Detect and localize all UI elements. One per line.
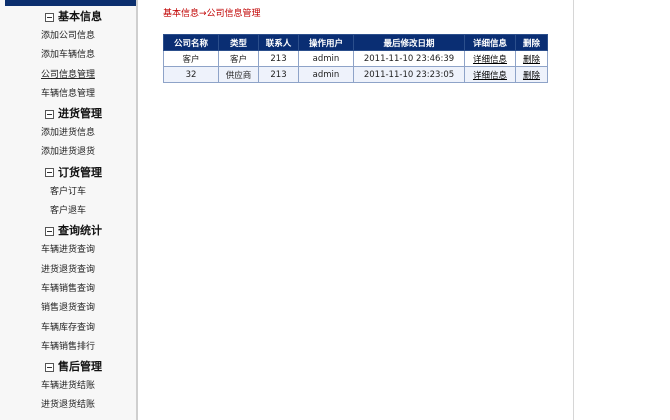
collapse-icon[interactable] (45, 362, 54, 372)
table-row: 客户 客户 213 admin 2011-11-10 23:46:39 详细信息… (163, 50, 548, 67)
delete-link[interactable]: 删除 (523, 71, 540, 81)
sidebar-item-add-purchase[interactable]: 添加进货信息 (0, 124, 136, 143)
company-info-table: 公司名称 类型 联系人 操作用户 最后修改日期 详细信息 删除 客户 客户 21… (163, 34, 548, 83)
cell-company-name: 客户 (163, 50, 219, 67)
delete-link[interactable]: 删除 (523, 55, 540, 65)
sidebar-divider (136, 0, 138, 420)
sidebar-item-sales-ranking[interactable]: 车辆销售排行 (0, 338, 136, 357)
sidebar-item-stock-query[interactable]: 车辆库存查询 (0, 319, 136, 338)
group-after-sales: 售后管理 车辆进货结账 进货退货结账 (0, 357, 136, 416)
col-details: 详细信息 (464, 34, 516, 51)
cell-company-name: 32 (163, 66, 219, 83)
table-row: 32 供应商 213 admin 2011-11-10 23:23:05 详细信… (163, 66, 548, 83)
sidebar-item-company-manage[interactable]: 公司信息管理 (0, 66, 136, 85)
sidebar-item-purchase-return-query[interactable]: 进货退货查询 (0, 261, 136, 280)
col-operator: 操作用户 (298, 34, 354, 51)
sidebar-item-customer-return[interactable]: 客户退车 (0, 202, 136, 221)
cell-last-modified: 2011-11-10 23:23:05 (353, 66, 465, 83)
cell-type: 客户 (218, 50, 259, 67)
col-company-name: 公司名称 (163, 34, 219, 51)
sidebar-item-purchase-query[interactable]: 车辆进货查询 (0, 241, 136, 260)
col-delete: 删除 (515, 34, 548, 51)
sidebar-item-vehicle-manage[interactable]: 车辆信息管理 (0, 85, 136, 104)
cell-details: 详细信息 (464, 50, 516, 67)
group-basic-info: 基本信息 添加公司信息 添加车辆信息 公司信息管理 车辆信息管理 (0, 7, 136, 104)
collapse-icon[interactable] (45, 168, 54, 178)
cell-details: 详细信息 (464, 66, 516, 83)
cell-delete: 删除 (515, 50, 548, 67)
sidebar-item-purchase-settlement[interactable]: 车辆进货结账 (0, 377, 136, 396)
collapse-icon[interactable] (45, 109, 54, 119)
group-query: 查询统计 车辆进货查询 进货退货查询 车辆销售查询 销售退货查询 车辆库存查询 … (0, 221, 136, 357)
collapse-icon[interactable] (45, 12, 54, 22)
group-header-order[interactable]: 订货管理 (0, 163, 136, 183)
group-title: 订货管理 (58, 165, 102, 179)
group-title: 查询统计 (58, 224, 102, 238)
cell-operator: admin (298, 50, 354, 67)
sidebar-item-add-purchase-return[interactable]: 添加进货退货 (0, 143, 136, 162)
group-order: 订货管理 客户订车 客户退车 (0, 163, 136, 222)
sidebar-item-add-vehicle[interactable]: 添加车辆信息 (0, 46, 136, 65)
sidebar: 基本信息 添加公司信息 添加车辆信息 公司信息管理 车辆信息管理 进货管理 添加… (0, 0, 136, 420)
sidebar-item-return-settlement[interactable]: 进货退货结账 (0, 396, 136, 415)
details-link[interactable]: 详细信息 (473, 55, 507, 65)
sidebar-item-add-company[interactable]: 添加公司信息 (0, 27, 136, 46)
cell-contact: 213 (258, 50, 299, 67)
content-right-border (573, 0, 574, 420)
cell-delete: 删除 (515, 66, 548, 83)
group-title: 售后管理 (58, 360, 102, 374)
sidebar-item-sales-return-query[interactable]: 销售退货查询 (0, 299, 136, 318)
table-header-row: 公司名称 类型 联系人 操作用户 最后修改日期 详细信息 删除 (163, 34, 548, 51)
cell-contact: 213 (258, 66, 299, 83)
group-header-purchase[interactable]: 进货管理 (0, 104, 136, 124)
group-title: 进货管理 (58, 107, 102, 121)
cell-operator: admin (298, 66, 354, 83)
cell-last-modified: 2011-11-10 23:46:39 (353, 50, 465, 67)
cell-type: 供应商 (218, 66, 259, 83)
group-header-query[interactable]: 查询统计 (0, 221, 136, 241)
group-title: 基本信息 (58, 10, 102, 23)
details-link[interactable]: 详细信息 (473, 71, 507, 81)
col-type: 类型 (218, 34, 259, 51)
sidebar-item-sales-query[interactable]: 车辆销售查询 (0, 280, 136, 299)
col-contact: 联系人 (258, 34, 299, 51)
collapse-icon[interactable] (45, 226, 54, 236)
group-purchase: 进货管理 添加进货信息 添加进货退货 (0, 104, 136, 163)
group-header-basic-info[interactable]: 基本信息 (0, 7, 136, 27)
breadcrumb: 基本信息→公司信息管理 (163, 9, 261, 19)
sidebar-top-bar (5, 0, 136, 6)
sidebar-item-customer-order[interactable]: 客户订车 (0, 183, 136, 202)
col-last-modified: 最后修改日期 (353, 34, 465, 51)
group-header-after-sales[interactable]: 售后管理 (0, 357, 136, 377)
